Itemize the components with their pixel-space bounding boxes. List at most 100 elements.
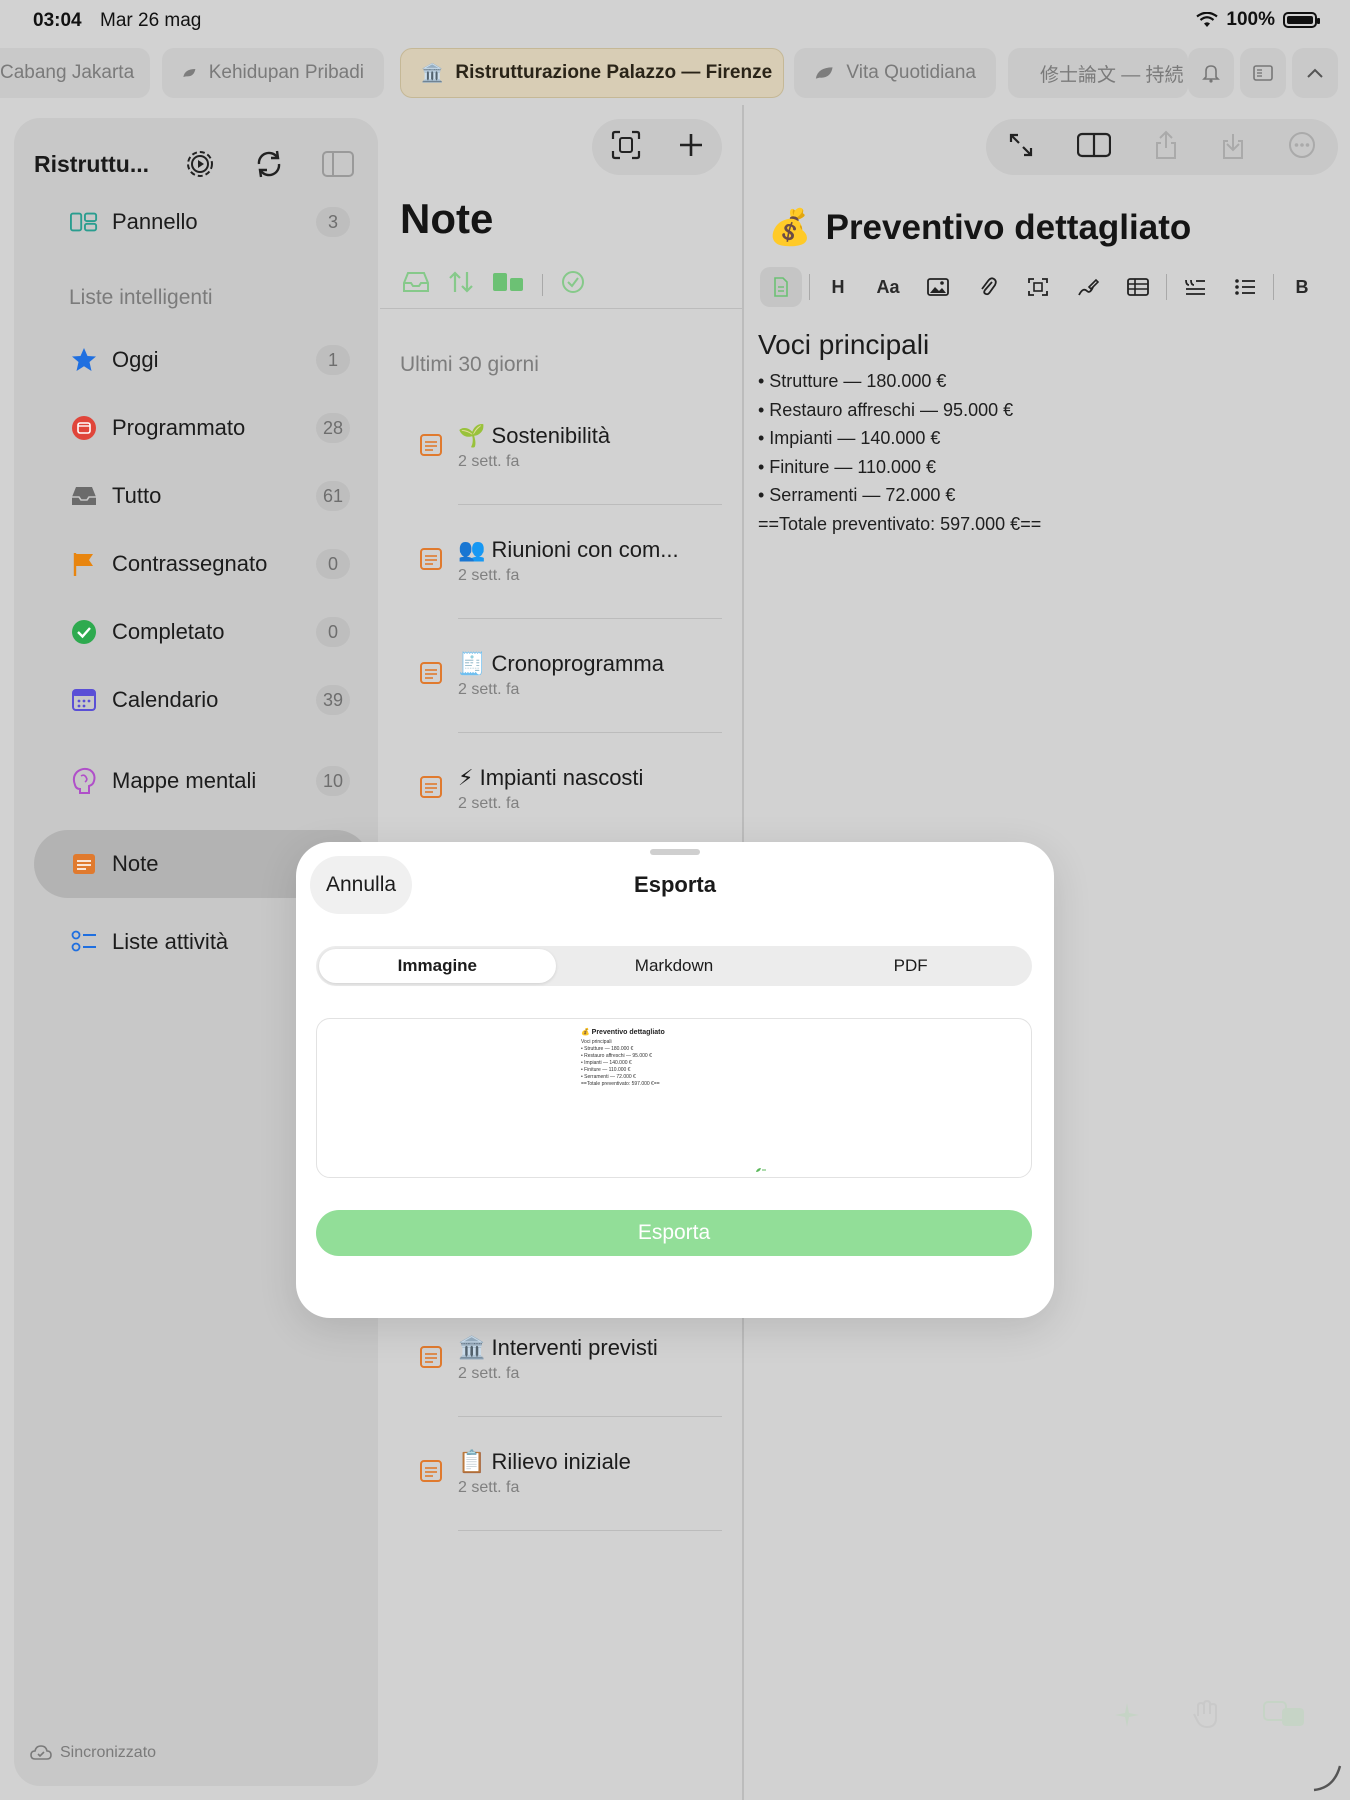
tab-label: Ristrutturazione Palazzo — Firenze — [455, 62, 773, 83]
resize-handle-icon[interactable] — [1310, 1760, 1344, 1794]
split-view-button[interactable] — [1076, 132, 1111, 163]
note-item[interactable]: 📋 Rilievo iniziale 2 sett. fa — [380, 1431, 742, 1531]
notes-toolbar — [402, 270, 585, 299]
page-style-button[interactable] — [760, 267, 802, 307]
tab-ristrutturazione[interactable]: 🏛️ Ristrutturazione Palazzo — Firenze — [400, 48, 784, 98]
scan-text-button[interactable] — [1013, 267, 1063, 307]
reader-button[interactable] — [1240, 48, 1286, 98]
sparkle-icon[interactable] — [1112, 1700, 1142, 1730]
tab-thesis[interactable]: 修士論文 — 持続 — [1008, 48, 1188, 98]
attachment-button[interactable] — [963, 267, 1013, 307]
preview-line: Voci principali — [581, 1039, 612, 1045]
note-age: 2 sett. fa — [458, 795, 520, 812]
layout-button[interactable] — [492, 271, 524, 298]
note-icon — [420, 434, 442, 456]
sidebar-item-label: Pannello — [112, 209, 198, 234]
note-icon — [420, 1460, 442, 1482]
sidebar-item-label: Tutto — [112, 483, 162, 508]
download-icon — [1223, 133, 1244, 159]
share-icon — [1155, 130, 1176, 159]
sidebar-item-label: Mappe mentali — [112, 768, 257, 793]
sidebar-item-mappe-mentali[interactable]: Mappe mentali 10 — [34, 753, 370, 809]
image-button[interactable] — [913, 267, 963, 307]
format-option-pdf[interactable]: PDF — [792, 949, 1029, 983]
sort-button[interactable] — [448, 270, 474, 299]
divider — [380, 308, 742, 309]
format-option-markdown[interactable]: Markdown — [556, 949, 793, 983]
settings-button[interactable] — [181, 142, 220, 186]
heading-button[interactable]: H — [813, 267, 863, 307]
note-body[interactable]: Voci principali • Strutture — 180.000 € … — [758, 325, 1041, 538]
scan-button[interactable] — [611, 130, 641, 165]
note-heading-text: Preventivo dettagliato — [825, 207, 1192, 247]
sidebar-item-calendario[interactable]: Calendario 39 — [34, 672, 370, 728]
status-date: Mar 26 mag — [100, 10, 202, 31]
tab-vita-quotidiana[interactable]: Vita Quotidiana — [794, 48, 996, 98]
tab-bar: Cabang Jakarta Kehidupan Pribadi 🏛️ Rist… — [0, 48, 1350, 98]
count-badge: 61 — [316, 481, 350, 511]
sort-arrows-icon — [449, 271, 473, 293]
sidebar-item-contrassegnato[interactable]: Contrassegnato 0 — [34, 536, 370, 592]
share-button[interactable] — [1154, 130, 1178, 165]
tab-kehidupan-pribadi[interactable]: Kehidupan Pribadi — [162, 48, 384, 98]
import-button[interactable] — [1221, 130, 1245, 165]
count-badge: 3 — [316, 207, 350, 237]
translate-icon[interactable] — [1262, 1700, 1306, 1728]
sidebar-item-oggi[interactable]: Oggi 1 — [34, 332, 370, 388]
preview-line: • Impianti — 140.000 € — [581, 1060, 632, 1066]
add-note-button[interactable] — [678, 132, 704, 163]
sidebar-item-completato[interactable]: Completato 0 — [34, 604, 370, 660]
fullscreen-button[interactable] — [1008, 132, 1034, 163]
section-header: Ultimi 30 giorni — [400, 353, 539, 376]
bold-button[interactable]: B — [1277, 267, 1327, 307]
body-line: • Finiture — 110.000 € — [758, 456, 937, 477]
workspace-title[interactable]: Ristruttu... — [34, 151, 159, 178]
grid-layout-icon — [493, 273, 523, 291]
sheet-grabber[interactable] — [650, 849, 700, 855]
collapse-tabs-button[interactable] — [1292, 48, 1338, 98]
note-icon — [420, 1346, 442, 1368]
table-button[interactable] — [1113, 267, 1163, 307]
quote-button[interactable] — [1170, 267, 1220, 307]
sync-icon — [258, 150, 281, 178]
sidebar-item-pannello[interactable]: Pannello 3 — [34, 194, 370, 250]
count-badge: 10 — [316, 766, 350, 796]
select-button[interactable] — [561, 270, 585, 299]
note-item[interactable]: ⚡ Impianti nascosti 2 sett. fa — [380, 747, 742, 847]
chevron-up-icon — [1307, 68, 1323, 78]
tab-cabang-jakarta[interactable]: Cabang Jakarta — [0, 48, 150, 98]
document-icon — [774, 277, 788, 297]
note-item[interactable]: 🧾 Cronoprogramma 2 sett. fa — [380, 633, 742, 733]
sidebar-toggle-button[interactable] — [319, 142, 358, 186]
drawing-button[interactable] — [1063, 267, 1113, 307]
note-title: 🌱 Sostenibilità — [458, 423, 611, 448]
note-item[interactable]: 🌱 Sostenibilità 2 sett. fa — [380, 405, 742, 505]
note-heading[interactable]: 💰 Preventivo dettagliato — [768, 207, 1191, 248]
sidebar-item-tutto[interactable]: Tutto 61 — [34, 468, 370, 524]
note-title: ⚡ Impianti nascosti — [458, 765, 644, 790]
row-divider — [458, 618, 722, 619]
count-badge: 28 — [316, 413, 350, 443]
hand-icon[interactable] — [1192, 1698, 1220, 1730]
font-button[interactable]: Aa — [863, 267, 913, 307]
sidebar-item-programmato[interactable]: Programmato 28 — [34, 400, 370, 456]
sidebar-header: Ristruttu... — [34, 134, 358, 194]
bell-button[interactable] — [1188, 48, 1234, 98]
sync-button[interactable] — [250, 142, 289, 186]
note-item[interactable]: 🏛️ Interventi previsti 2 sett. fa — [380, 1317, 742, 1417]
inbox-filter-button[interactable] — [402, 271, 430, 298]
count-badge: 0 — [316, 549, 350, 579]
status-bar: 03:04 Mar 26 mag 100% — [0, 0, 1350, 40]
preview-line: • Serramenti — 72.000 € — [581, 1074, 636, 1080]
export-sheet: Annulla Esporta Immagine Markdown PDF 💰 … — [296, 842, 1054, 1318]
bell-icon — [1202, 65, 1220, 83]
export-button[interactable]: Esporta — [316, 1210, 1032, 1256]
star-icon — [70, 346, 98, 374]
note-title: 📋 Rilievo iniziale — [458, 1449, 631, 1474]
bullet-list-button[interactable] — [1220, 267, 1270, 307]
format-option-immagine[interactable]: Immagine — [319, 949, 556, 983]
more-button[interactable] — [1288, 131, 1316, 164]
toolbar-divider — [1273, 274, 1274, 300]
note-item[interactable]: 👥 Riunioni con com... 2 sett. fa — [380, 519, 742, 619]
preview-title: 💰 Preventivo dettagliato — [581, 1029, 665, 1036]
